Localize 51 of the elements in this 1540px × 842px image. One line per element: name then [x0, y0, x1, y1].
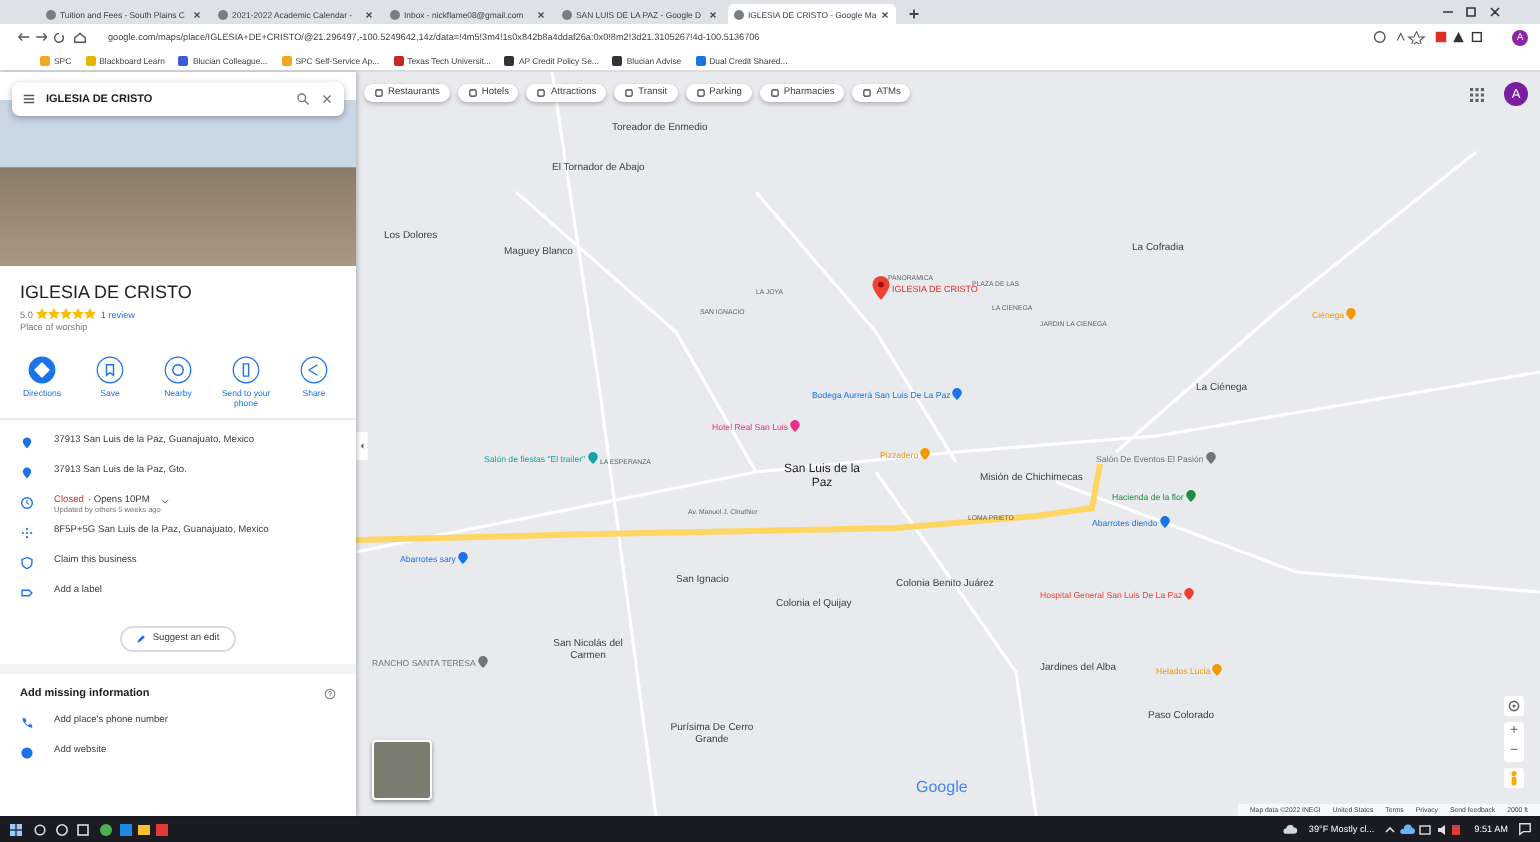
system-tray-icons[interactable] — [1384, 821, 1465, 837]
new-tab-icon[interactable] — [908, 8, 920, 20]
place-title: IGLESIA DE CRISTO — [20, 282, 194, 302]
poi-pin-icon[interactable] — [789, 420, 800, 432]
favicon-icon — [218, 9, 228, 19]
close-icon[interactable] — [320, 92, 334, 106]
pencil-icon — [136, 634, 147, 644]
my-location-icon[interactable] — [1504, 696, 1524, 716]
close-icon[interactable] — [708, 9, 718, 19]
poi-pin-icon[interactable] — [1159, 516, 1170, 528]
info-icon — [20, 586, 34, 600]
category-icon — [536, 88, 547, 98]
category-icon — [374, 88, 384, 98]
favicon-icon — [46, 9, 56, 19]
poi-pin-icon[interactable] — [477, 656, 488, 668]
weather-cloud-icon — [1282, 822, 1299, 836]
close-icon[interactable] — [364, 9, 374, 19]
help-icon[interactable] — [324, 688, 336, 700]
layers-thumbnail[interactable] — [372, 740, 432, 800]
poi-pin-icon[interactable] — [1185, 490, 1196, 502]
info-icon — [20, 436, 34, 450]
category-icon — [695, 88, 706, 98]
taskbar-icons[interactable] — [8, 821, 168, 837]
category-icon — [624, 88, 635, 98]
notification-icon[interactable] — [1518, 822, 1532, 836]
poi-pin-icon[interactable] — [1205, 452, 1216, 464]
apps-grid-icon[interactable] — [1470, 87, 1484, 101]
category-icon — [769, 88, 780, 98]
favicon-icon — [562, 9, 572, 19]
close-icon[interactable] — [536, 9, 546, 19]
phone-icon — [20, 716, 34, 730]
poi-pin-icon[interactable] — [952, 388, 963, 400]
close-icon[interactable] — [880, 9, 890, 19]
info-icon — [20, 466, 34, 480]
favicon-icon — [390, 9, 400, 19]
category-icon — [467, 88, 478, 98]
poi-pin-icon[interactable] — [587, 452, 598, 464]
info-icon — [20, 526, 34, 540]
info-icon — [20, 496, 34, 510]
category-icon — [862, 88, 873, 98]
chevron-icon[interactable] — [159, 496, 170, 506]
search-icon[interactable] — [296, 92, 310, 106]
navigation-icon[interactable] — [12, 30, 92, 44]
poi-pin-icon[interactable] — [457, 552, 468, 564]
poi-pin-icon[interactable] — [1184, 588, 1195, 600]
map-logo: Google — [916, 778, 968, 796]
close-icon[interactable] — [192, 9, 202, 19]
menu-icon[interactable] — [22, 92, 36, 106]
info-icon — [20, 556, 34, 570]
favicon-icon — [734, 9, 744, 19]
place-pin-icon[interactable] — [872, 276, 890, 300]
